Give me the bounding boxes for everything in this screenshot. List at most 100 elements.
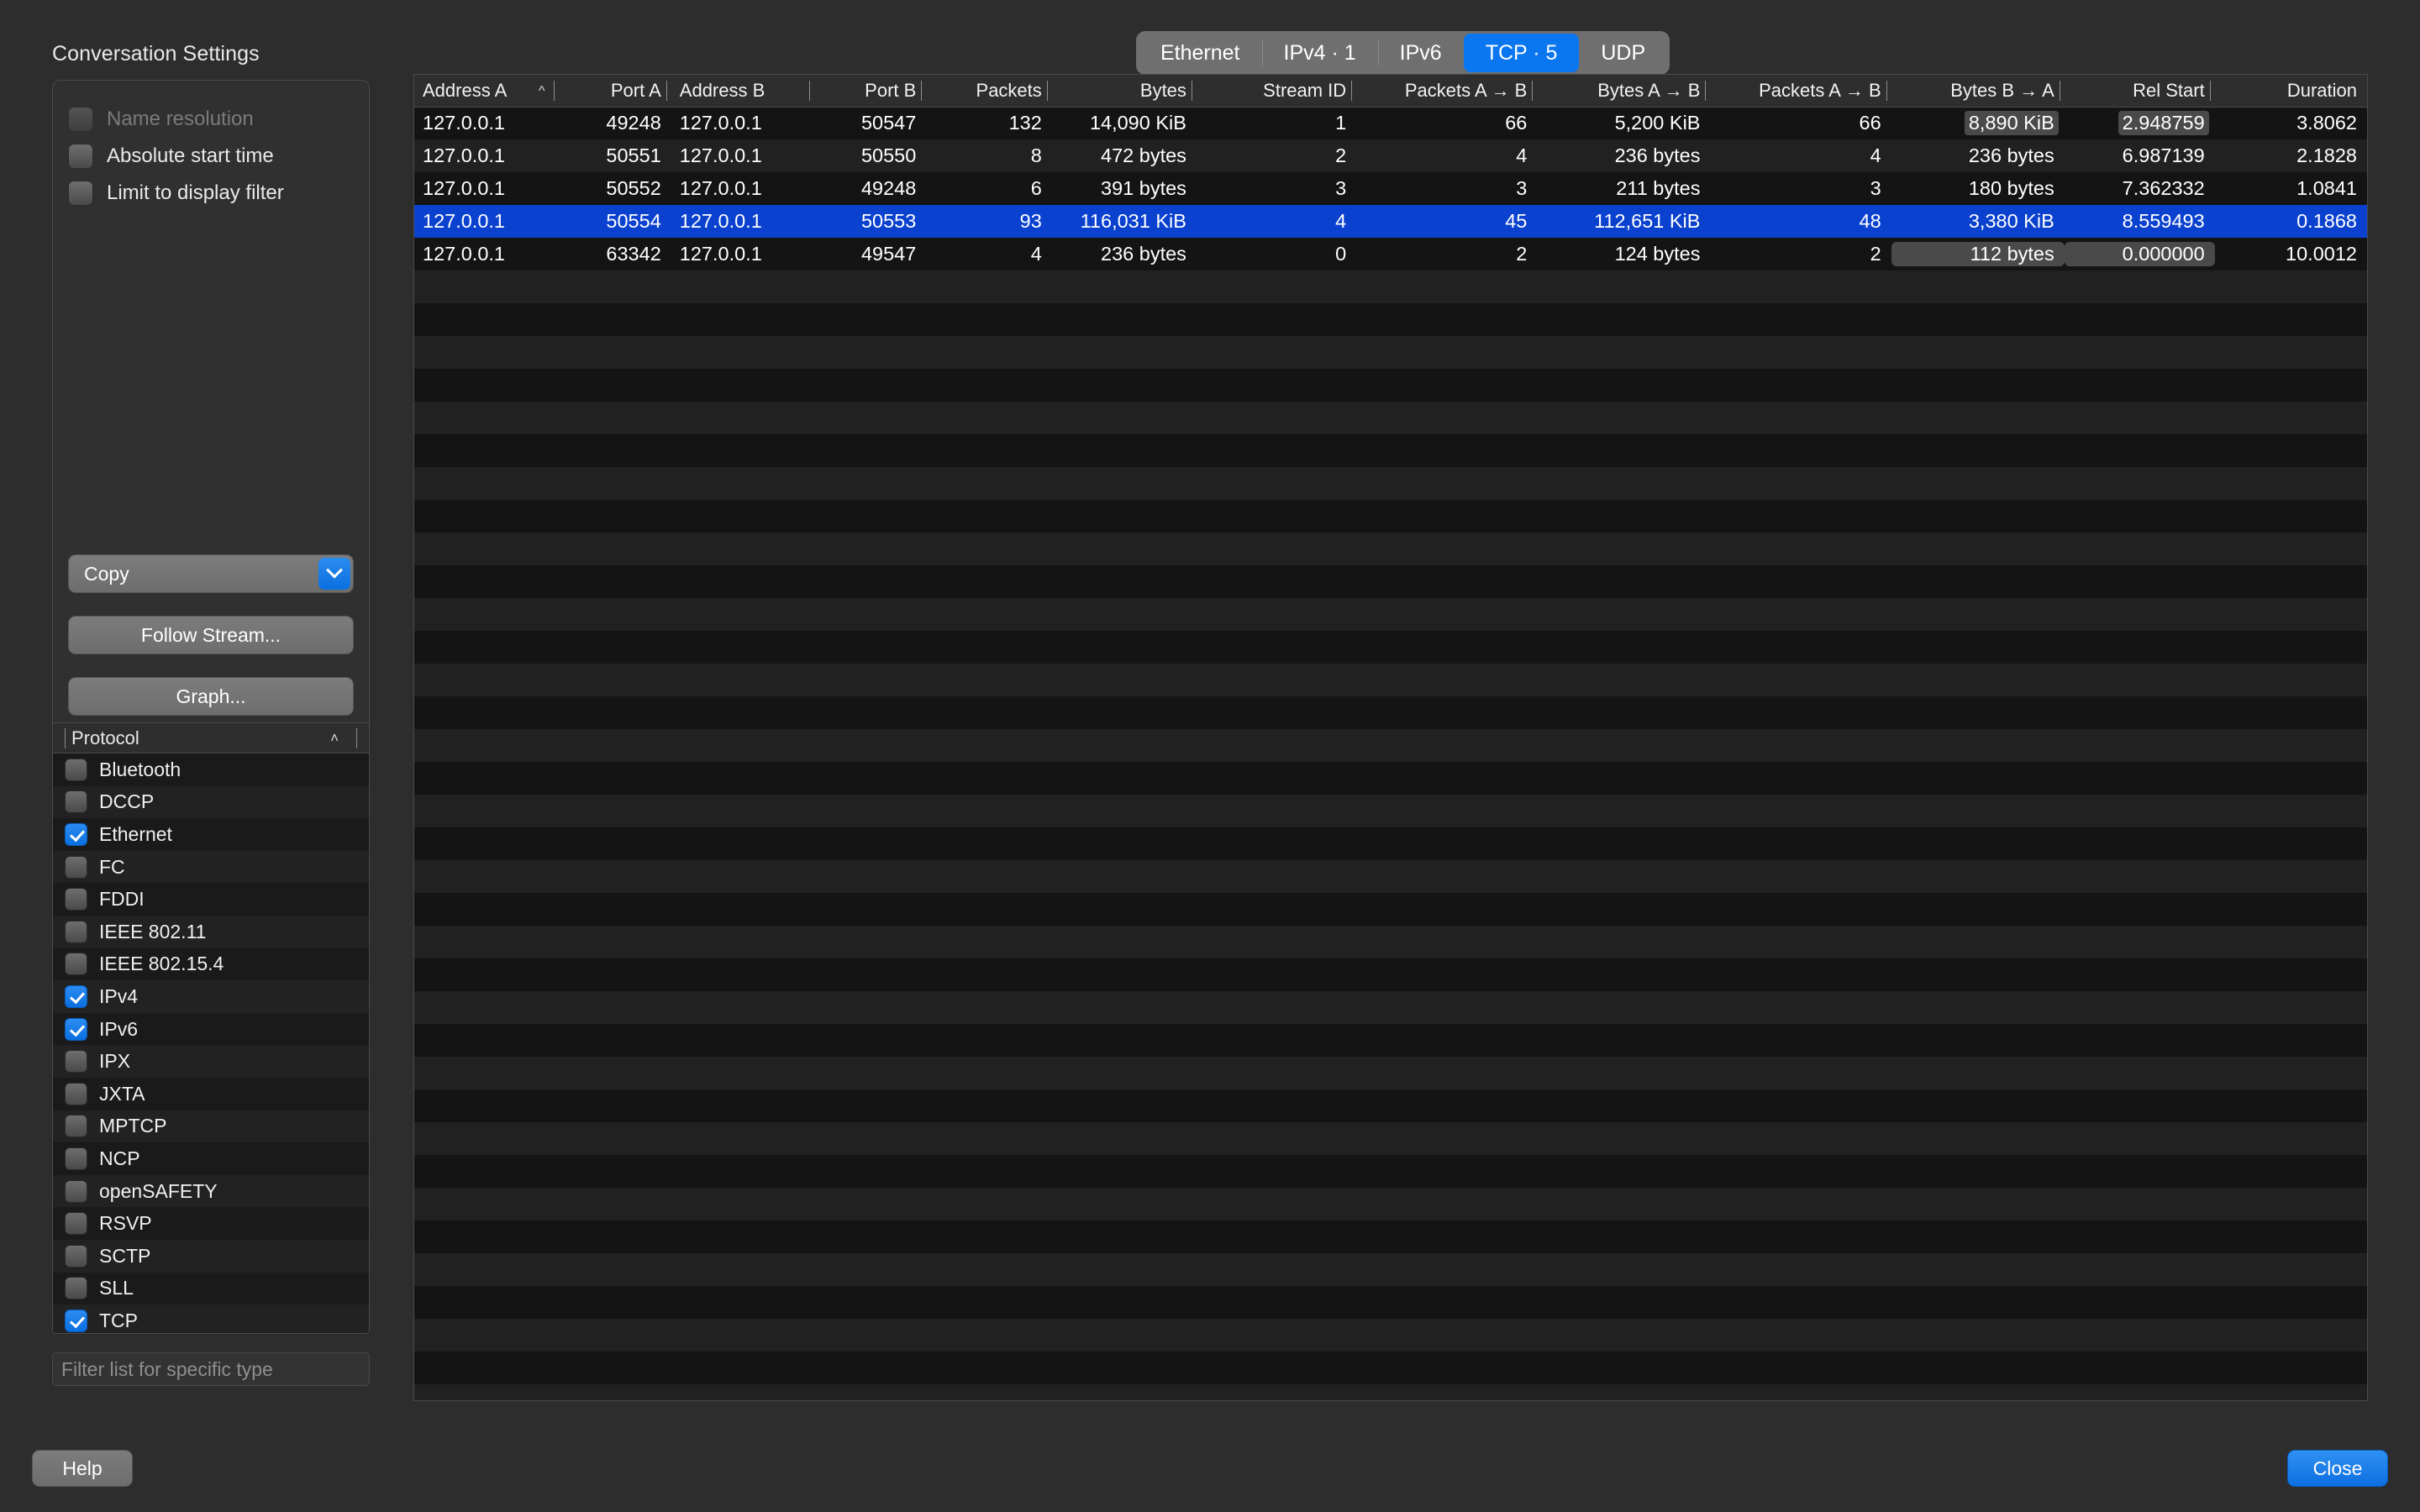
cell-address-a: 127.0.0.1 bbox=[414, 205, 560, 238]
protocol-item-label: DCCP bbox=[99, 790, 155, 813]
checkbox-icon[interactable] bbox=[65, 953, 87, 976]
table-empty-row bbox=[414, 1384, 2367, 1400]
checkbox-icon[interactable] bbox=[65, 888, 87, 911]
protocol-item-label: IPX bbox=[99, 1050, 131, 1073]
protocol-list-item[interactable]: FC bbox=[53, 850, 369, 884]
setting-checkbox-row-2[interactable]: Limit to display filter bbox=[68, 175, 354, 212]
table-empty-area bbox=[414, 270, 2367, 1400]
checkbox-icon[interactable] bbox=[65, 1082, 87, 1105]
checkbox-icon[interactable] bbox=[65, 1147, 87, 1170]
cell-packets-ab: 66 bbox=[1356, 107, 1538, 139]
checkbox-icon[interactable] bbox=[65, 758, 87, 781]
col-header-packets[interactable]: Packets bbox=[926, 75, 1052, 108]
checkbox-icon[interactable] bbox=[65, 822, 87, 846]
checkbox-icon[interactable] bbox=[65, 1212, 87, 1236]
protocol-filter-input[interactable] bbox=[52, 1352, 370, 1386]
checkbox-icon[interactable] bbox=[65, 1017, 87, 1041]
tab-udp[interactable]: UDP bbox=[1579, 34, 1667, 72]
protocol-list-header[interactable]: Protocol ˄ bbox=[53, 723, 369, 753]
cell-highlight: 0.000000 bbox=[2064, 242, 2215, 266]
table-row[interactable]: 127.0.0.1 50551 127.0.0.1 50550 8 472 bytes 2 4… bbox=[414, 139, 2367, 172]
table-empty-row bbox=[414, 336, 2367, 369]
protocol-list-item[interactable]: Bluetooth bbox=[53, 753, 369, 786]
sort-ascending-icon: ˄ bbox=[330, 729, 339, 746]
col-header-bytes-b-to-a[interactable]: Bytes B → A bbox=[1891, 75, 2065, 108]
protocol-list-item[interactable]: TCP bbox=[53, 1305, 369, 1333]
protocol-list-item[interactable]: IEEE 802.11 bbox=[53, 915, 369, 948]
protocol-item-label: TCP bbox=[99, 1309, 138, 1331]
checkbox-icon[interactable] bbox=[65, 1115, 87, 1138]
cell-rel-start: 6.987139 bbox=[2064, 139, 2215, 172]
protocol-item-label: JXTA bbox=[99, 1082, 145, 1105]
checkbox-icon[interactable] bbox=[65, 920, 87, 943]
table-row[interactable]: 127.0.0.1 49248 127.0.0.1 50547 132 14,090 Ki… bbox=[414, 107, 2367, 139]
table-empty-row bbox=[414, 1188, 2367, 1221]
chevron-down-icon[interactable] bbox=[318, 558, 350, 590]
tab-ethernet[interactable]: Ethernet bbox=[1139, 34, 1262, 72]
protocol-list-item[interactable]: JXTA bbox=[53, 1077, 369, 1110]
protocol-header-label: Protocol bbox=[71, 727, 139, 748]
table-row[interactable]: 127.0.0.1 63342 127.0.0.1 49547 4 236 bytes 0 2… bbox=[414, 238, 2367, 270]
protocol-item-label: IPv4 bbox=[99, 984, 139, 1007]
follow-stream-button[interactable]: Follow Stream... bbox=[68, 616, 354, 654]
setting-checkbox-row-1[interactable]: Absolute start time bbox=[68, 138, 354, 175]
cell-address-b: 127.0.0.1 bbox=[671, 107, 814, 139]
protocol-list-item[interactable]: IEEE 802.15.4 bbox=[53, 948, 369, 981]
cell-address-b: 127.0.0.1 bbox=[671, 238, 814, 270]
help-button[interactable]: Help bbox=[32, 1450, 133, 1487]
protocol-list-item[interactable]: SLL bbox=[53, 1272, 369, 1305]
col-header-bytes[interactable]: Bytes bbox=[1051, 75, 1197, 108]
col-header-address-b[interactable]: Address B bbox=[671, 75, 814, 108]
cell-bytes-ab: 211 bytes bbox=[1537, 172, 1711, 205]
checkbox-icon[interactable] bbox=[65, 1309, 87, 1332]
close-button[interactable]: Close bbox=[2287, 1450, 2388, 1487]
checkbox-icon[interactable] bbox=[65, 855, 87, 879]
cell-address-a: 127.0.0.1 bbox=[414, 139, 560, 172]
conversations-dialog: Conversation Settings Name resolution Abs… bbox=[0, 0, 2420, 1512]
col-header-address-a[interactable]: Address A ^ bbox=[414, 75, 560, 108]
col-header-stream-id[interactable]: Stream ID bbox=[1196, 75, 1357, 108]
protocol-list-item[interactable]: openSAFETY bbox=[53, 1174, 369, 1208]
col-header-port-b[interactable]: Port B bbox=[813, 75, 927, 108]
col-header-bytes-a-to-b[interactable]: Bytes A → B bbox=[1537, 75, 1711, 108]
protocol-list-item[interactable]: NCP bbox=[53, 1142, 369, 1175]
protocol-list-item[interactable]: FDDI bbox=[53, 883, 369, 916]
checkbox-icon[interactable] bbox=[65, 1050, 87, 1074]
protocol-list-item[interactable]: SCTP bbox=[53, 1239, 369, 1273]
cell-rel-start: 7.362332 bbox=[2064, 172, 2215, 205]
col-header-port-a[interactable]: Port A bbox=[559, 75, 671, 108]
checkbox-icon[interactable] bbox=[65, 1179, 87, 1203]
checkbox-icon[interactable] bbox=[68, 144, 93, 169]
col-header-duration[interactable]: Duration bbox=[2214, 75, 2367, 108]
sidebar-action-buttons: Copy Follow Stream... Graph... bbox=[68, 554, 354, 716]
protocol-list-item[interactable]: RSVP bbox=[53, 1207, 369, 1240]
protocol-list-item[interactable]: IPv6 bbox=[53, 1012, 369, 1046]
checkbox-icon[interactable] bbox=[65, 790, 87, 814]
col-header-packets-a-to-b[interactable]: Packets A → B bbox=[1356, 75, 1538, 108]
protocol-list-item[interactable]: IPX bbox=[53, 1045, 369, 1078]
cell-bytes-ab: 124 bytes bbox=[1537, 238, 1711, 270]
table-row[interactable]: 127.0.0.1 50554 127.0.0.1 50553 93 116,031 Ki… bbox=[414, 205, 2367, 238]
cell-packets-ab: 4 bbox=[1356, 139, 1538, 172]
conversations-table-panel[interactable]: Address A ^ Port A Address B Port B Pack… bbox=[413, 74, 2368, 1401]
table-row[interactable]: 127.0.0.1 50552 127.0.0.1 49248 6 391 bytes 3 3… bbox=[414, 172, 2367, 205]
cell-packets-ab: 45 bbox=[1356, 205, 1538, 238]
protocol-list-item[interactable]: Ethernet bbox=[53, 818, 369, 851]
tab-ipv4[interactable]: IPv4 · 1 bbox=[1261, 34, 1378, 72]
checkbox-icon[interactable] bbox=[65, 1277, 87, 1300]
graph-button[interactable]: Graph... bbox=[68, 677, 354, 716]
copy-dropdown-button[interactable]: Copy bbox=[68, 554, 354, 593]
protocol-item-label: SLL bbox=[99, 1277, 134, 1299]
checkbox-icon[interactable] bbox=[65, 1244, 87, 1268]
tab-tcp[interactable]: TCP · 5 bbox=[1463, 34, 1580, 72]
protocol-list-item[interactable]: DCCP bbox=[53, 785, 369, 819]
cell-stream-id: 1 bbox=[1196, 107, 1357, 139]
table-empty-row bbox=[414, 926, 2367, 958]
col-header-rel-start[interactable]: Rel Start bbox=[2064, 75, 2215, 108]
protocol-list-item[interactable]: MPTCP bbox=[53, 1110, 369, 1143]
checkbox-icon[interactable] bbox=[68, 181, 93, 206]
checkbox-icon[interactable] bbox=[65, 984, 87, 1008]
col-header-packets-b-to-a[interactable]: Packets A → B bbox=[1710, 75, 1891, 108]
protocol-list-item[interactable]: IPv4 bbox=[53, 980, 369, 1013]
tab-ipv6[interactable]: IPv6 bbox=[1377, 34, 1464, 72]
